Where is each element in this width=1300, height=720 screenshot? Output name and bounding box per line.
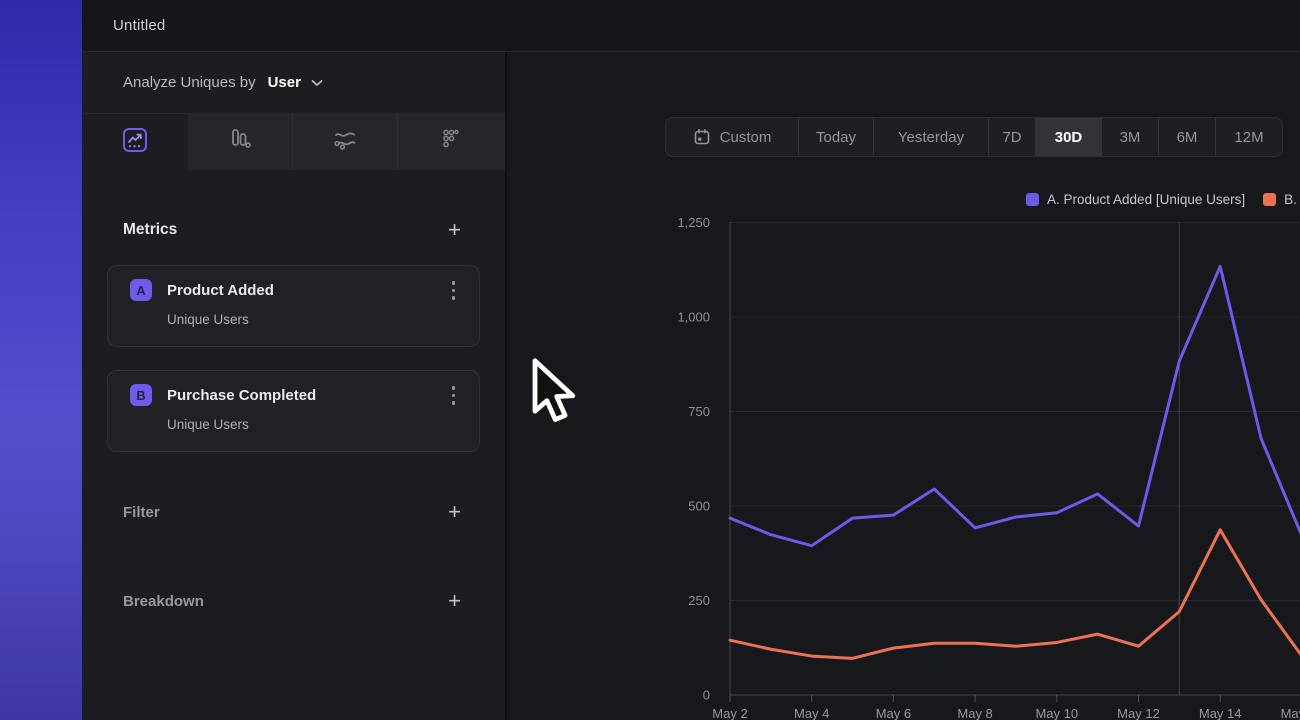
breakdown-heading: Breakdown bbox=[123, 593, 204, 610]
legend-label: A. Product Added [Unique Users] bbox=[1047, 192, 1245, 207]
range-label: 30D bbox=[1055, 129, 1083, 146]
metric-subtitle-b[interactable]: Unique Users bbox=[167, 417, 459, 432]
chart-panel: 0 250 500 750 1,000 1,250 May 2 May 4 May 6 May 8… bbox=[589, 52, 1300, 720]
range-today[interactable]: Today bbox=[798, 118, 873, 156]
range-6m[interactable]: 6M bbox=[1158, 118, 1215, 156]
legend-swatch bbox=[1263, 193, 1276, 206]
sidebar: Analyze Uniques by User bbox=[82, 52, 507, 720]
svg-text:May 10: May 10 bbox=[1035, 706, 1078, 720]
svg-text:May 4: May 4 bbox=[794, 706, 829, 720]
tab-line-chart[interactable] bbox=[82, 114, 188, 170]
analyze-label: Analyze Uniques by bbox=[123, 74, 256, 91]
date-range-segmented-control: Custom Today Yesterday 7D 30D 3M 6M 12M bbox=[665, 117, 1283, 157]
add-breakdown-button[interactable]: + bbox=[448, 592, 461, 610]
calendar-icon bbox=[693, 128, 711, 146]
tab-flows[interactable] bbox=[292, 114, 397, 170]
range-label: Custom bbox=[720, 129, 772, 146]
range-label: Today bbox=[816, 129, 856, 146]
metric-card-b[interactable]: B Purchase Completed Unique Users bbox=[107, 370, 480, 452]
chevron-down-icon[interactable] bbox=[311, 79, 323, 87]
range-3m[interactable]: 3M bbox=[1101, 118, 1158, 156]
range-label: 3M bbox=[1120, 129, 1141, 146]
range-12m[interactable]: 12M bbox=[1215, 118, 1282, 156]
metric-card-a[interactable]: A Product Added Unique Users bbox=[107, 265, 480, 347]
line-chart-icon bbox=[122, 127, 148, 158]
chart-legend: A. Product Added [Unique Users] B. Purcha… bbox=[1026, 192, 1300, 207]
metrics-heading: Metrics bbox=[123, 221, 177, 239]
flows-icon bbox=[332, 126, 358, 157]
filter-heading: Filter bbox=[123, 504, 160, 521]
analyze-row: Analyze Uniques by User bbox=[82, 52, 505, 114]
svg-text:May 14: May 14 bbox=[1199, 706, 1242, 720]
metric-title-a: Product Added bbox=[167, 282, 448, 299]
svg-text:0: 0 bbox=[703, 688, 710, 703]
metric-subtitle-a[interactable]: Unique Users bbox=[167, 312, 459, 327]
range-label: 6M bbox=[1177, 129, 1198, 146]
range-label: 12M bbox=[1234, 129, 1263, 146]
svg-text:May 6: May 6 bbox=[876, 706, 911, 720]
range-custom[interactable]: Custom bbox=[666, 118, 798, 156]
report-title[interactable]: Untitled bbox=[113, 17, 165, 34]
range-label: Yesterday bbox=[898, 129, 964, 146]
legend-label: B. Purchase Completed [Unique Users] bbox=[1284, 192, 1300, 207]
chart-type-tabs bbox=[82, 114, 505, 170]
filter-row: Filter + bbox=[82, 492, 505, 532]
metric-badge-b: B bbox=[130, 384, 152, 406]
tab-bar-chart[interactable] bbox=[188, 114, 293, 170]
metric-badge-a: A bbox=[130, 279, 152, 301]
breakdown-row: Breakdown + bbox=[82, 581, 505, 621]
bar-chart-icon bbox=[227, 126, 253, 157]
legend-item-a[interactable]: A. Product Added [Unique Users] bbox=[1026, 192, 1245, 207]
top-bar: Untitled bbox=[82, 0, 1300, 52]
metric-title-b: Purchase Completed bbox=[167, 387, 448, 404]
screen: Untitled Analyze Uniques by User bbox=[0, 0, 1300, 720]
metrics-header-row: Metrics + bbox=[82, 210, 505, 250]
tab-retention[interactable] bbox=[397, 114, 505, 170]
svg-text:1,000: 1,000 bbox=[677, 310, 710, 325]
svg-text:250: 250 bbox=[688, 593, 710, 608]
add-metric-button[interactable]: + bbox=[448, 221, 461, 239]
range-30d[interactable]: 30D bbox=[1035, 118, 1101, 156]
range-7d[interactable]: 7D bbox=[988, 118, 1035, 156]
desktop-background bbox=[0, 0, 82, 720]
app-window: Untitled Analyze Uniques by User bbox=[82, 0, 1300, 720]
legend-swatch bbox=[1026, 193, 1039, 206]
svg-text:750: 750 bbox=[688, 404, 710, 419]
svg-text:May 2: May 2 bbox=[712, 706, 747, 720]
svg-text:May 8: May 8 bbox=[957, 706, 992, 720]
range-yesterday[interactable]: Yesterday bbox=[873, 118, 988, 156]
metric-menu-b-kebab-icon[interactable] bbox=[448, 384, 460, 407]
analyze-entity-dropdown[interactable]: User bbox=[268, 74, 301, 91]
metric-menu-a-kebab-icon[interactable] bbox=[448, 279, 460, 302]
legend-item-b[interactable]: B. Purchase Completed [Unique Users] bbox=[1263, 192, 1300, 207]
add-filter-button[interactable]: + bbox=[448, 503, 461, 521]
svg-text:1,250: 1,250 bbox=[677, 215, 710, 230]
retention-dots-icon bbox=[438, 126, 464, 157]
svg-text:May 12: May 12 bbox=[1117, 706, 1160, 720]
range-label: 7D bbox=[1002, 129, 1021, 146]
date-range-toolbar: CustomTodayYesterday7D30D3M6M12M Compare bbox=[665, 117, 1283, 157]
svg-text:May 16: May 16 bbox=[1281, 706, 1300, 720]
svg-text:500: 500 bbox=[688, 499, 710, 514]
